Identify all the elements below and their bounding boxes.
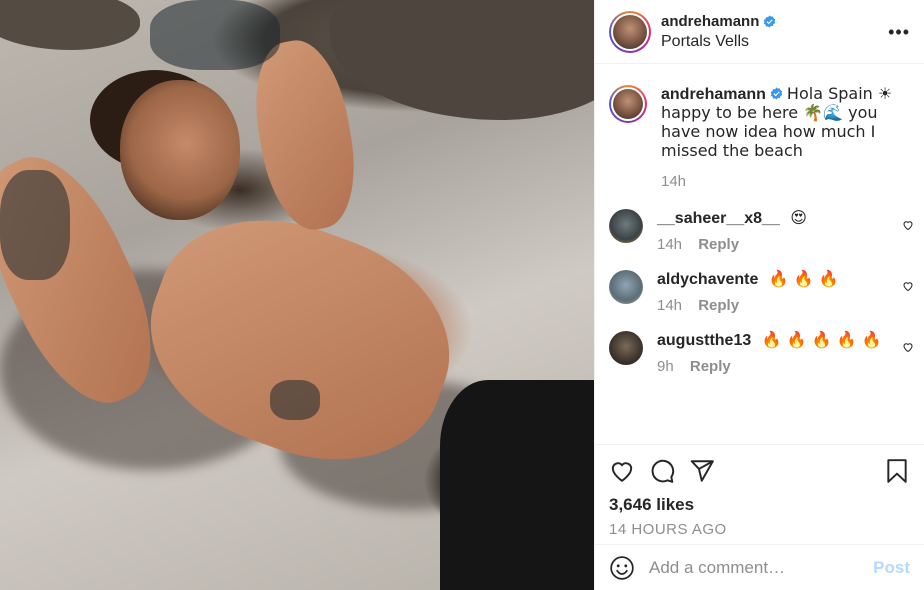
- caption-avatar[interactable]: [609, 85, 647, 123]
- post-location[interactable]: Portals Vells: [661, 33, 776, 51]
- comment-text: 😍: [790, 208, 807, 227]
- comment-item: augustthe13 🔥 🔥 🔥 🔥 🔥 9h Reply: [595, 331, 924, 376]
- likes-count[interactable]: 3,646 likes: [609, 495, 910, 515]
- comment-username[interactable]: __saheer__x8__: [657, 210, 780, 227]
- more-options-button[interactable]: •••: [888, 22, 910, 43]
- comment-text: 🔥 🔥 🔥 🔥 🔥: [761, 330, 882, 349]
- caption: andrehamann Hola Spain ☀ happy to be her…: [595, 65, 924, 191]
- emoji-smiley-icon[interactable]: [609, 555, 635, 581]
- author-avatar[interactable]: [609, 10, 651, 53]
- comment-username[interactable]: augustthe13: [657, 332, 751, 349]
- comment-item: __saheer__x8__ 😍 14h Reply: [595, 209, 924, 254]
- caption-meta: 14h: [661, 173, 906, 191]
- reply-button[interactable]: Reply: [698, 297, 739, 314]
- post-header: andrehamann Portals Vells •••: [595, 0, 924, 64]
- post-photo[interactable]: [0, 0, 594, 590]
- like-comment-heart-icon[interactable]: [902, 219, 914, 231]
- verified-badge-icon: [770, 87, 783, 100]
- comment-input[interactable]: [649, 557, 874, 578]
- comments-list[interactable]: andrehamann Hola Spain ☀ happy to be her…: [595, 65, 924, 443]
- comment-time[interactable]: 14h: [657, 297, 682, 314]
- reply-button[interactable]: Reply: [690, 358, 731, 375]
- caption-time[interactable]: 14h: [661, 173, 686, 190]
- verified-badge-icon: [764, 14, 776, 28]
- author-username[interactable]: andrehamann: [661, 13, 759, 30]
- add-comment-bar: Post: [595, 544, 924, 590]
- like-comment-heart-icon[interactable]: [902, 280, 914, 292]
- comment-time[interactable]: 14h: [657, 236, 682, 253]
- post-actions: 3,646 likes 14 HOURS AGO: [595, 444, 924, 538]
- caption-username[interactable]: andrehamann: [661, 86, 766, 103]
- post-sidebar: andrehamann Portals Vells ••• andrehaman…: [594, 0, 924, 590]
- share-paper-plane-icon[interactable]: [689, 458, 715, 484]
- commenter-avatar[interactable]: [609, 270, 643, 304]
- commenter-avatar[interactable]: [609, 209, 643, 243]
- comment-text: 🔥 🔥 🔥: [768, 269, 839, 288]
- comment-bubble-icon[interactable]: [649, 458, 675, 484]
- comment-item: aldychavente 🔥 🔥 🔥 14h Reply: [595, 270, 924, 315]
- bookmark-icon[interactable]: [884, 458, 910, 484]
- comment-username[interactable]: aldychavente: [657, 271, 758, 288]
- comment-time[interactable]: 9h: [657, 358, 674, 375]
- like-comment-heart-icon[interactable]: [902, 341, 914, 353]
- reply-button[interactable]: Reply: [698, 236, 739, 253]
- commenter-avatar[interactable]: [609, 331, 643, 365]
- post-comment-button[interactable]: Post: [873, 558, 910, 578]
- like-heart-icon[interactable]: [609, 458, 635, 484]
- post-timestamp[interactable]: 14 HOURS AGO: [609, 521, 910, 538]
